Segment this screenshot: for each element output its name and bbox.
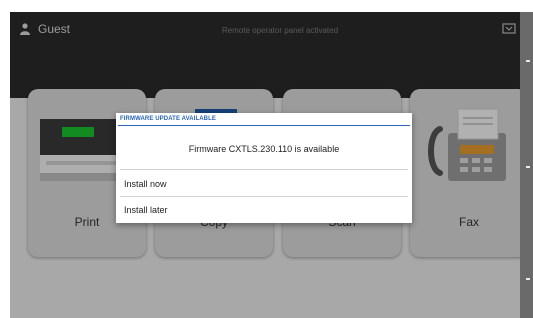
dialog-title-rule xyxy=(118,125,410,126)
bezel-mark xyxy=(526,60,530,62)
printer-panel-screen: Guest Remote operator panel activated Pr… xyxy=(10,12,520,318)
divider xyxy=(120,169,408,170)
bezel-mark xyxy=(526,166,530,168)
side-bezel xyxy=(520,12,533,318)
dialog-message: Firmware CXTLS.230.110 is available xyxy=(188,144,340,154)
dialog-title: FIRMWARE UPDATE AVAILABLE xyxy=(120,116,216,122)
install-now-label: Install now xyxy=(124,179,167,189)
install-now-button[interactable]: Install now xyxy=(116,172,412,196)
divider xyxy=(120,196,408,197)
install-later-label: Install later xyxy=(124,205,168,215)
bezel-mark xyxy=(526,278,530,280)
install-later-button[interactable]: Install later xyxy=(116,198,412,222)
firmware-update-dialog: FIRMWARE UPDATE AVAILABLE Firmware CXTLS… xyxy=(116,113,412,223)
